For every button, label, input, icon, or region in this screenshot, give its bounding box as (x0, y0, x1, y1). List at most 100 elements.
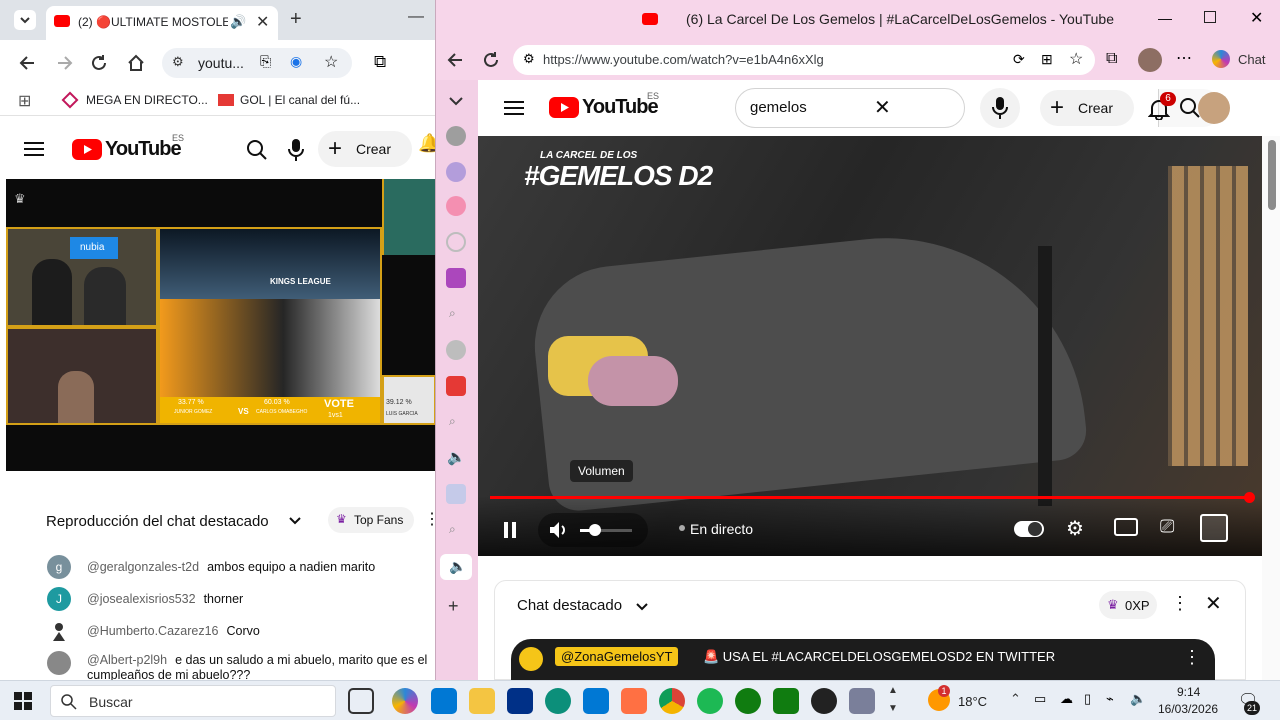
search-icon[interactable]: ⌕ (449, 306, 456, 321)
bookmark-gol[interactable]: GOL | El canal del fú... (240, 93, 360, 107)
chat-author[interactable]: @Albert-p2l9h (87, 653, 167, 667)
fullscreen-icon[interactable] (1200, 514, 1228, 542)
copilot-icon[interactable] (392, 688, 418, 714)
user-avatar[interactable] (1198, 92, 1230, 124)
battery-icon[interactable]: ▭ (1034, 691, 1046, 707)
app-icon[interactable] (446, 268, 466, 288)
app-icon[interactable] (849, 688, 875, 714)
chevron-up-icon[interactable]: ▲ (888, 685, 898, 696)
chevron-down-icon[interactable] (448, 96, 464, 106)
bookmark-star-icon[interactable]: ☆ (324, 52, 338, 72)
app-icon[interactable] (446, 196, 466, 216)
volume-icon[interactable] (548, 520, 570, 540)
volume-slider[interactable] (580, 524, 632, 536)
settings-gear-icon[interactable]: ⚙ (1066, 516, 1084, 541)
page-scrollbar[interactable] (1262, 136, 1280, 680)
mic-icon[interactable] (288, 138, 304, 162)
progress-bar[interactable] (490, 492, 1255, 503)
voice-search-button[interactable] (980, 88, 1020, 128)
video-player[interactable]: LA CARCEL DE LOS #GEMELOS D2 Volumen En … (478, 136, 1262, 556)
store-icon[interactable] (431, 688, 457, 714)
more-options-icon[interactable]: ⋮ (1171, 593, 1189, 614)
network-icon[interactable]: ⌁ (1106, 691, 1114, 707)
game-icon[interactable] (621, 688, 647, 714)
obs-icon[interactable] (811, 688, 837, 714)
chat-author[interactable]: @josealexisrios532 (87, 592, 196, 606)
bookmark-mega[interactable]: MEGA EN DIRECTO... (86, 93, 208, 107)
profile-avatar[interactable] (1138, 48, 1162, 72)
notifications-icon[interactable]: 🔔 (418, 133, 436, 154)
cast-icon[interactable]: ⎚ (1160, 516, 1174, 537)
address-bar[interactable]: ⚙ https://www.youtube.com/watch?v=e1bA4n… (513, 45, 1095, 75)
file-explorer-icon[interactable] (469, 688, 495, 714)
chat-header[interactable]: Reproducción del chat destacado (46, 513, 269, 530)
search-input[interactable]: gemelos ✕ (735, 88, 1222, 128)
app-icon[interactable]: ⊞ (1041, 51, 1053, 68)
minimize-icon[interactable]: — (1158, 10, 1172, 26)
chat-author[interactable]: @Humberto.Cazarez16 (87, 624, 219, 638)
circle-icon[interactable] (446, 232, 466, 252)
close-window-icon[interactable]: ✕ (1250, 8, 1263, 28)
search-icon[interactable] (246, 139, 268, 161)
menu-icon[interactable] (504, 100, 524, 116)
chevron-down-icon[interactable] (288, 515, 302, 527)
bookmark-star-icon[interactable]: ☆ (1069, 49, 1083, 69)
add-icon[interactable]: + (448, 596, 459, 617)
scrollbar-thumb[interactable] (1268, 140, 1276, 210)
xbox-icon[interactable] (446, 126, 466, 146)
cloud-icon[interactable]: ☁ (1060, 691, 1073, 707)
more-icon[interactable]: ⋯ (1176, 48, 1192, 68)
tab-ultimate-mostoles[interactable]: (2) 🔴ULTIMATE MOSTOLES 🔊 ✕ (46, 6, 278, 40)
notifications-button[interactable]: 6 (1146, 92, 1176, 124)
edge-icon[interactable] (545, 688, 571, 714)
paypal-icon[interactable] (507, 688, 533, 714)
pinned-author[interactable]: @ZonaGemelosYT (555, 647, 679, 666)
top-fans-button[interactable]: ♛ Top Fans (328, 507, 414, 533)
reload-icon[interactable] (90, 54, 110, 72)
create-button[interactable]: + Crear (318, 131, 412, 167)
pause-icon[interactable] (502, 521, 518, 539)
chat-author[interactable]: @geralgonzales-t2d (87, 560, 199, 574)
close-chat-icon[interactable]: ✕ (1205, 591, 1222, 616)
apps-grid-icon[interactable]: ⊞ (18, 91, 31, 111)
app-icon[interactable] (446, 376, 466, 396)
search-icon[interactable]: ⌕ (449, 522, 456, 537)
chrome-icon[interactable] (659, 688, 685, 714)
more-options-icon[interactable]: ⋮ (1183, 647, 1201, 668)
create-button[interactable]: + Crear (1040, 90, 1134, 126)
lens-icon[interactable]: ◉ (290, 53, 302, 70)
copilot-chat-button[interactable]: Chat (1208, 48, 1278, 72)
chevron-down-icon[interactable]: ▼ (888, 703, 898, 714)
app-icon[interactable] (446, 484, 466, 504)
audio-playing-icon[interactable]: 🔊 (230, 14, 246, 30)
game-icon[interactable] (446, 162, 466, 182)
speaker-icon[interactable]: 🔈 (1130, 691, 1146, 707)
speaker-icon[interactable]: 🔈 (447, 448, 466, 466)
menu-icon[interactable] (24, 141, 44, 157)
task-view-icon[interactable] (348, 688, 374, 714)
maximize-icon[interactable] (1204, 11, 1216, 23)
new-tab-icon[interactable]: + (290, 8, 302, 31)
back-icon[interactable] (18, 54, 38, 72)
search-icon[interactable]: ⌕ (449, 414, 456, 429)
tumblr-icon[interactable] (446, 340, 466, 360)
home-icon[interactable] (126, 53, 146, 73)
forward-icon[interactable] (54, 54, 74, 72)
theater-mode-icon[interactable] (1114, 518, 1138, 536)
minimize-icon[interactable]: — (408, 8, 424, 26)
xbox-app-icon[interactable] (773, 688, 799, 714)
chat-header[interactable]: Chat destacado (517, 597, 622, 614)
autoplay-toggle[interactable] (1014, 521, 1044, 537)
install-icon[interactable]: ⎘ (260, 53, 271, 70)
address-bar[interactable]: ⚙ youtu... ⎘ ◉ ☆ (162, 48, 352, 78)
site-info-icon[interactable]: ⚙ (172, 54, 184, 70)
spotify-icon[interactable] (697, 688, 723, 714)
pinned-message[interactable]: @ZonaGemelosYT 🚨 USA EL #LACARCELDELOSGE… (511, 639, 1215, 680)
clock-date[interactable]: 16/03/2026 (1158, 702, 1218, 716)
left-video-player[interactable]: nubia KINGS LEAGUE 33.77 % JUNIOR GOMEZ … (6, 179, 436, 471)
chevron-up-icon[interactable]: ⌃ (1010, 691, 1021, 707)
volume-knob[interactable] (588, 524, 601, 536)
clear-search-icon[interactable]: ✕ (874, 95, 891, 120)
outlook-icon[interactable] (583, 688, 609, 714)
xp-button[interactable]: ♛ 0XP (1099, 591, 1157, 619)
